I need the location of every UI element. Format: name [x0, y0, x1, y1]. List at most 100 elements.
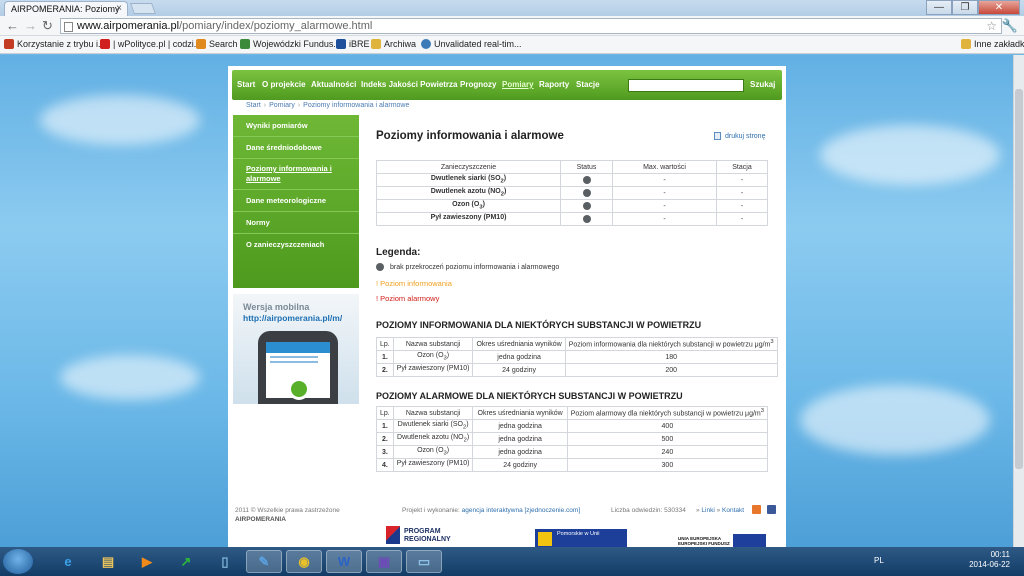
sidebar-item-meteo[interactable]: Dane meteorologiczne	[233, 190, 359, 212]
forward-icon[interactable]: →	[24, 18, 37, 33]
rss-icon[interactable]	[752, 505, 761, 514]
pomorskie-logo: Pomorskie w Unii	[535, 529, 627, 549]
clock-date: 2014-06-22	[969, 560, 1010, 569]
program-regionalny-mark	[386, 526, 400, 544]
word-icon[interactable]: W	[326, 550, 362, 573]
status-cell	[560, 186, 613, 200]
bookmark-item[interactable]: iBRE	[336, 39, 370, 49]
sidebar-item-zanieczyszczenia[interactable]: O zanieczyszczeniach	[233, 234, 359, 256]
window-controls: — ❐ ✕	[926, 0, 1020, 15]
other-bookmarks[interactable]: Inne zakładki	[961, 39, 1024, 49]
contact-link[interactable]: Kontakt	[722, 507, 744, 514]
ie-icon[interactable]: e	[50, 550, 86, 573]
sidebar-item-normy[interactable]: Normy	[233, 212, 359, 234]
pomorskie-flag	[538, 532, 552, 546]
close-window-button[interactable]: ✕	[978, 0, 1020, 15]
search-button[interactable]: Szukaj	[750, 80, 775, 89]
sidebar-item-wyniki[interactable]: Wyniki pomiarów	[233, 115, 359, 137]
legend-alarm: ! Poziom alarmowy	[376, 294, 440, 303]
pollutant-name: Dwutlenek azotu (NO2)	[376, 186, 561, 200]
browser-tab[interactable]: AIRPOMERANIA: Poziomy ×	[4, 1, 128, 17]
print-link[interactable]: drukuj stronę	[714, 132, 765, 140]
max-value: -	[612, 199, 717, 213]
substance-name: Ozon (O3)	[392, 350, 474, 364]
cloud	[40, 95, 200, 145]
minimize-button[interactable]: —	[926, 0, 952, 15]
chrome-icon[interactable]: ◉	[286, 550, 322, 573]
browser-titlebar: AIRPOMERANIA: Poziomy × — ❐ ✕	[0, 0, 1024, 17]
paint-icon[interactable]: ✎	[246, 550, 282, 573]
substance-name: Pył zawieszony (PM10)	[392, 458, 474, 472]
legend-info: ! Poziom informowania	[376, 279, 452, 288]
station: -	[716, 173, 768, 187]
bookmark-item[interactable]: Unvalidated real-tim...	[421, 39, 522, 49]
mobile-version-banner[interactable]: Wersja mobilna http://airpomerania.pl/m/	[233, 294, 359, 404]
bookmark-item[interactable]: | wPolityce.pl | codzi...	[100, 39, 201, 49]
search-input[interactable]	[628, 79, 744, 92]
status-table: Zanieczyszczenie Status Max. wartości St…	[376, 160, 768, 226]
breadcrumb-pomiary[interactable]: Pomiary	[269, 102, 295, 109]
row-number: 2.	[376, 432, 394, 446]
media-player-icon[interactable]: ▶	[129, 550, 165, 573]
address-bar[interactable]: www.airpomerania.pl/pomiary/index/poziom…	[60, 18, 1002, 34]
site-container: Start O projekcie Aktualności Indeks Jak…	[228, 66, 786, 502]
explorer-icon[interactable]: ▤	[90, 550, 126, 573]
tab-close-icon[interactable]: ×	[116, 3, 122, 14]
notes-icon[interactable]: ▯	[207, 550, 243, 573]
main-menu: Start O projekcie Aktualności Indeks Jak…	[232, 70, 782, 100]
wrench-icon[interactable]: 🔧	[1002, 18, 1018, 34]
scrollbar-thumb[interactable]	[1015, 89, 1023, 469]
save-icon[interactable]: ▣	[366, 550, 402, 573]
back-icon[interactable]: ←	[6, 18, 19, 33]
row-number: 3.	[376, 445, 394, 459]
column-header: Max. wartości	[612, 160, 717, 174]
menu-item-indeks[interactable]: Indeks Jakości Powietrza	[361, 80, 458, 89]
menu-item-o-projekcie[interactable]: O projekcie	[262, 80, 306, 89]
language-indicator[interactable]: PL	[874, 556, 884, 565]
menu-item-prognozy[interactable]: Prognozy	[460, 80, 496, 89]
reload-icon[interactable]: ↻	[42, 18, 53, 34]
page-scrollbar[interactable]	[1013, 55, 1024, 547]
bookmarks-bar: Korzystanie z trybu i... | wPolityce.pl …	[0, 36, 1024, 54]
averaging-period: jedna godzina	[472, 350, 566, 364]
wp-icon	[100, 39, 110, 49]
breadcrumb-separator: ›	[263, 102, 267, 109]
agency-link[interactable]: agencja interaktywna [zjednoczenie.com]	[462, 507, 581, 514]
maximize-button[interactable]: ❐	[952, 0, 978, 15]
breadcrumb-start[interactable]: Start	[246, 102, 261, 109]
copyright: 2011 © Wszelkie prawa zastrzeżone	[235, 507, 340, 514]
gear-icon	[421, 39, 431, 49]
links-link[interactable]: Linki	[701, 507, 714, 514]
clock[interactable]: 00:11 2014-06-22	[969, 550, 1010, 570]
station: -	[716, 186, 768, 200]
substance-name: Pył zawieszony (PM10)	[392, 363, 474, 377]
bookmark-star-icon[interactable]: ☆	[986, 19, 997, 33]
level-value: 500	[566, 432, 769, 446]
table-header-row: Zanieczyszczenie Status Max. wartości St…	[376, 160, 768, 174]
menu-item-raporty[interactable]: Raporty	[539, 80, 569, 89]
new-tab-button[interactable]	[129, 3, 157, 14]
column-header: Okres uśredniania wyników	[472, 337, 566, 351]
program-line2: REGIONALNY	[404, 536, 451, 543]
menu-item-aktualnosci[interactable]: Aktualności	[311, 80, 356, 89]
mobile-url[interactable]: http://airpomerania.pl/m/	[243, 313, 359, 323]
row-number: 4.	[376, 458, 394, 472]
start-button[interactable]	[3, 549, 33, 574]
substance-name: Ozon (O3)	[392, 445, 474, 459]
url-domain: www.airpomerania.pl	[77, 20, 180, 32]
bookmark-item[interactable]: Wojewódzki Fundus...	[240, 39, 341, 49]
site-footer: 2011 © Wszelkie prawa zastrzeżone AIRPOM…	[228, 502, 786, 550]
bookmark-item[interactable]: Archiwa	[371, 39, 416, 49]
facebook-icon[interactable]	[767, 505, 776, 514]
menu-item-stacje[interactable]: Stacje	[576, 80, 600, 89]
bookmark-item[interactable]: Search	[196, 39, 238, 49]
sidebar-item-dane-srednio[interactable]: Dane średniodobowe	[233, 137, 359, 159]
monitor-icon[interactable]: ↗	[168, 550, 204, 573]
menu-item-start[interactable]: Start	[237, 80, 255, 89]
bookmark-label: Archiwa	[384, 39, 417, 49]
menu-item-pomiary[interactable]: Pomiary	[502, 80, 534, 89]
folder-icon	[371, 39, 381, 49]
bookmark-item[interactable]: Korzystanie z trybu i...	[4, 39, 106, 49]
sidebar-item-poziomy[interactable]: Poziomy informowania i alarmowe	[233, 159, 359, 190]
window-icon[interactable]: ▭	[406, 550, 442, 573]
